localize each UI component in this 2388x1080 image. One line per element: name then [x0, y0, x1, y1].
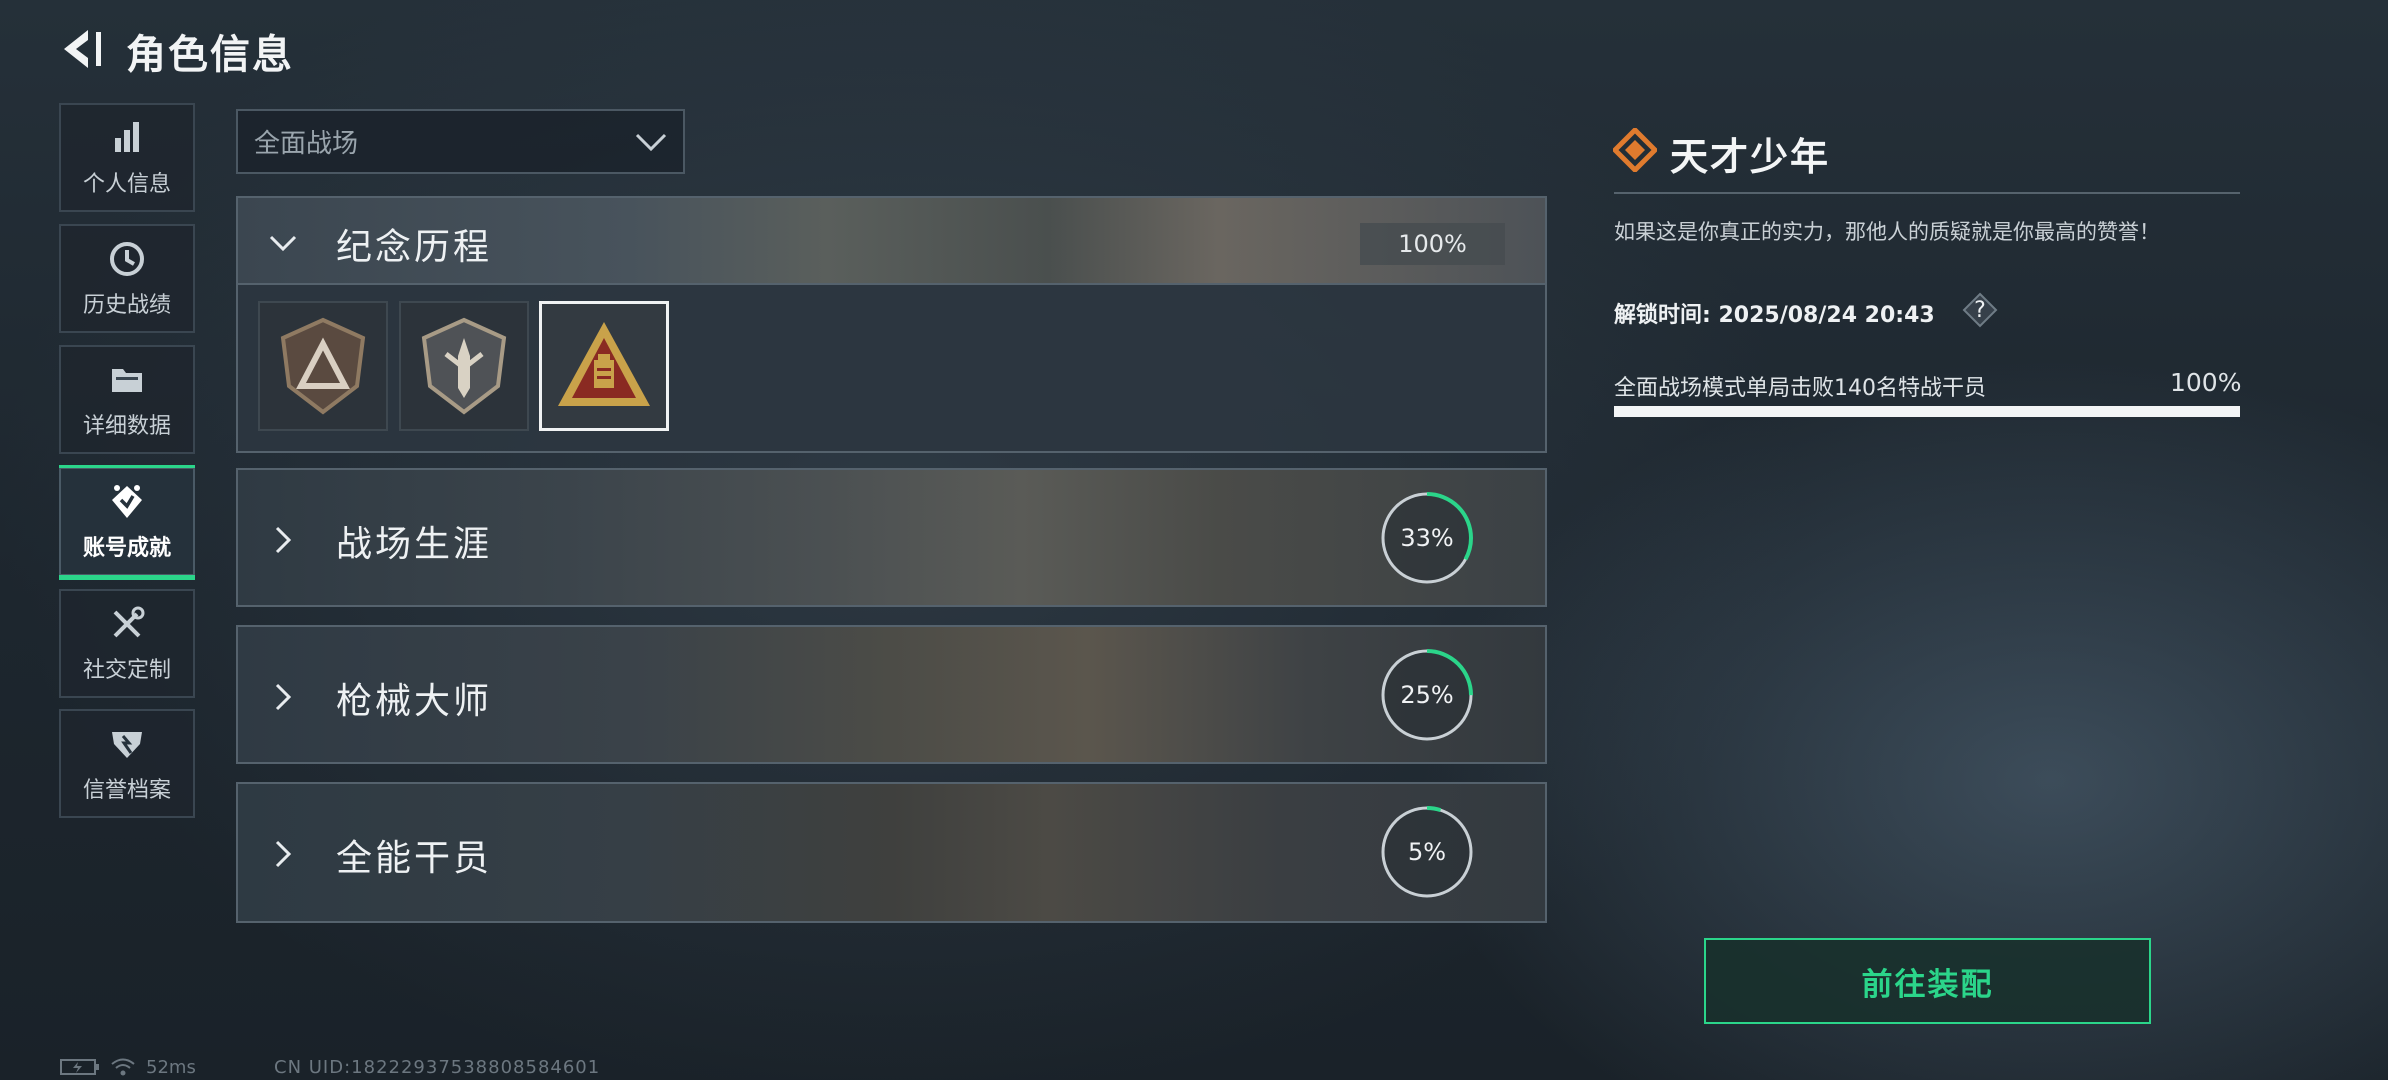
sidebar-item-reputation[interactable]: 信誉档案	[59, 709, 195, 818]
badge-list	[236, 285, 1547, 453]
divider	[1614, 192, 2240, 194]
back-arrow-icon	[64, 30, 101, 68]
chevron-down-icon	[635, 133, 667, 152]
chevron-right-icon	[275, 683, 292, 711]
sidebar-item-achievements[interactable]: 账号成就	[59, 465, 195, 580]
back-button[interactable]	[58, 24, 108, 74]
achievement-description: 如果这是你真正的实力，那他人的质疑就是你最高的赞誉！	[1614, 220, 2160, 244]
task-description: 全面战场模式单局击败140名特战干员	[1614, 376, 1986, 401]
category-progress: 33%	[1400, 524, 1454, 552]
category-name: 全能干员	[336, 838, 493, 879]
mode-select[interactable]: 全面战场	[236, 109, 685, 174]
sidebar-item-social[interactable]: 社交定制	[59, 589, 195, 698]
gold-triangle-emblem-icon	[558, 322, 650, 406]
achievement-icon	[112, 484, 142, 518]
page-title: 角色信息	[126, 32, 294, 78]
sidebar-item-label: 详细数据	[82, 413, 171, 439]
ping-value: 52ms	[146, 1056, 196, 1078]
chevron-right-icon	[275, 526, 292, 554]
achievement-diamond-icon	[1613, 128, 1657, 172]
unlock-time: 2025/08/24 20:43	[1718, 303, 1935, 328]
category-name: 纪念历程	[336, 227, 493, 268]
sidebar-item-profile[interactable]: 个人信息	[59, 103, 195, 212]
unlock-time-row: 解锁时间: 2025/08/24 20:43	[1614, 297, 1935, 329]
sidebar-item-label: 个人信息	[82, 171, 171, 197]
sidebar-item-label: 账号成就	[82, 535, 171, 561]
category-career[interactable]: 战场生涯 33%	[236, 468, 1547, 607]
category-gun-master[interactable]: 枪械大师 25%	[236, 625, 1547, 764]
chevron-right-icon	[275, 840, 292, 868]
bar-chart-icon	[115, 121, 139, 152]
sidebar-item-details[interactable]: 详细数据	[59, 345, 195, 454]
category-progress: 100%	[1360, 223, 1505, 265]
sidebar-item-label: 历史战绩	[82, 292, 171, 318]
battery-icon	[60, 1059, 99, 1075]
player-uid: CN UID:18222937538808584601	[274, 1057, 601, 1078]
triangle-emblem-icon	[280, 317, 366, 415]
help-icon: ?	[1974, 297, 1986, 323]
sidebar-item-history[interactable]: 历史战绩	[59, 224, 195, 333]
status-bar: 52ms	[60, 1056, 196, 1078]
sidebar-item-label: 社交定制	[82, 657, 171, 683]
task-progress-fill	[1614, 406, 2240, 417]
go-equip-button[interactable]: 前往装配	[1704, 938, 2151, 1024]
category-progress: 25%	[1400, 681, 1454, 709]
badge-item[interactable]	[399, 301, 529, 431]
unlock-label: 解锁时间:	[1614, 303, 1711, 328]
category-name: 战场生涯	[336, 524, 493, 565]
tools-icon	[113, 606, 145, 637]
category-name: 枪械大师	[336, 681, 493, 722]
chevron-down-icon	[269, 235, 297, 252]
clock-icon	[110, 241, 144, 276]
wifi-icon	[111, 1058, 135, 1076]
category-memorial[interactable]: 纪念历程 100%	[236, 196, 1547, 285]
achievement-title: 天才少年	[1670, 135, 1831, 179]
sidebar-item-label: 信誉档案	[82, 777, 171, 803]
dagger-emblem-icon	[421, 317, 507, 415]
help-button[interactable]: ?	[1962, 292, 1998, 328]
folder-icon	[112, 368, 142, 392]
category-all-round[interactable]: 全能干员 5%	[236, 782, 1547, 923]
badge-item-selected[interactable]	[539, 301, 669, 431]
go-equip-label: 前往装配	[1861, 966, 1994, 1003]
shield-badge-icon	[112, 731, 142, 758]
task-progress-label: 100%	[2170, 368, 2242, 397]
badge-item[interactable]	[258, 301, 388, 431]
mode-select-value: 全面战场	[254, 129, 359, 159]
category-progress: 5%	[1407, 838, 1447, 866]
